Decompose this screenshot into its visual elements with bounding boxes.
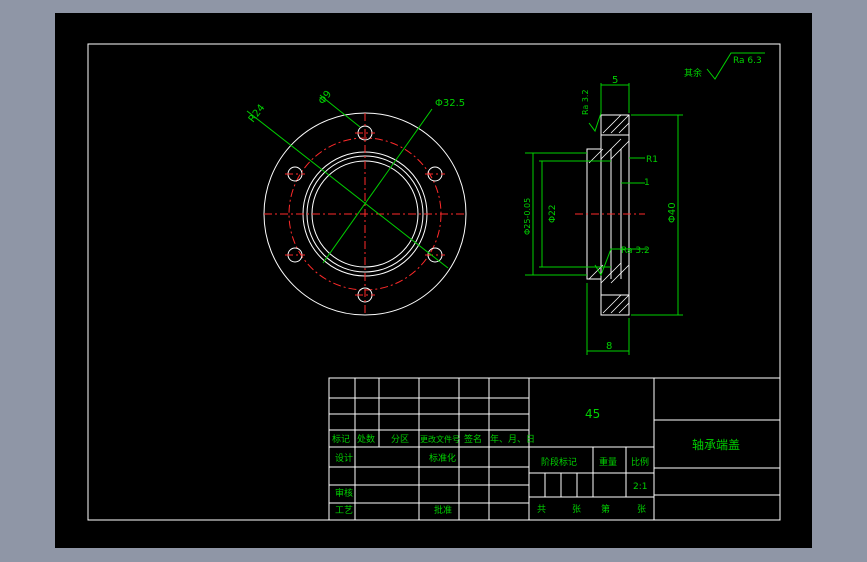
front-view: R24 Φ9 Φ32.5 <box>246 89 467 316</box>
one-label: 1 <box>644 178 650 188</box>
rev-header-date: 年、月、日 <box>490 433 535 445</box>
review-label: 审核 <box>335 487 353 499</box>
hatch-bottom <box>588 262 630 314</box>
ra-bottom-label: Ra 3.2 <box>621 246 650 256</box>
process-label: 工艺 <box>335 505 353 516</box>
d22-label: Φ22 <box>548 204 558 223</box>
rev-header-mark: 标记 <box>332 433 350 445</box>
rev-header-sign: 签名 <box>464 433 482 445</box>
material-label: 45 <box>585 407 600 421</box>
r1-label: R1 <box>646 155 658 165</box>
rev-header-doc: 更改文件号 <box>420 434 460 444</box>
d25-label: Φ25-0.05 <box>523 198 532 235</box>
rest-label: 其余 <box>684 67 702 79</box>
r24-label: R24 <box>247 103 268 125</box>
sheet-unit2-label: 张 <box>637 504 646 515</box>
title-block: 45 轴承端盖 标记 处数 分区 更改文件号 签名 年、月、日 设计 标准化 审… <box>328 377 781 521</box>
rest-roughness-value: Ra 6.3 <box>733 56 762 66</box>
ra-top-label: Ra 3.2 <box>581 89 590 115</box>
dim-top-label: 5 <box>612 75 618 86</box>
rev-header-count: 处数 <box>357 433 375 445</box>
sheet-total-label: 共 <box>537 504 546 515</box>
standardize-label: 标准化 <box>429 452 456 464</box>
approve-label: 批准 <box>434 504 452 516</box>
d32-label: Φ32.5 <box>435 98 465 109</box>
drawing-frame: R24 Φ9 Φ32.5 5 8 Φ25-0.05 Φ22 Φ40 R1 1 R… <box>55 13 812 548</box>
cad-drawing: R24 Φ9 Φ32.5 5 8 Φ25-0.05 Φ22 Φ40 R1 1 R… <box>87 43 781 521</box>
section-view: 5 8 Φ25-0.05 Φ22 Φ40 R1 1 Ra 3.2 Ra 3.2 <box>523 75 683 355</box>
d40-label: Φ40 <box>667 202 678 223</box>
design-label: 设计 <box>335 452 353 464</box>
scale-label: 比例 <box>631 456 649 468</box>
stage-mark-label: 阶段标记 <box>541 456 577 468</box>
scale-value: 2:1 <box>633 482 647 492</box>
hatch-top <box>588 114 630 164</box>
weight-label: 重量 <box>599 456 617 468</box>
ra-top-symbol <box>588 112 602 133</box>
part-name-label: 轴承端盖 <box>692 437 740 452</box>
sheet-number-label: 第 <box>601 503 610 515</box>
rev-header-zone: 分区 <box>391 434 409 445</box>
roughness-note: 其余 Ra 6.3 <box>684 52 765 80</box>
sheet-unit-label: 张 <box>572 504 581 515</box>
dim-bottom-label: 8 <box>606 341 612 352</box>
